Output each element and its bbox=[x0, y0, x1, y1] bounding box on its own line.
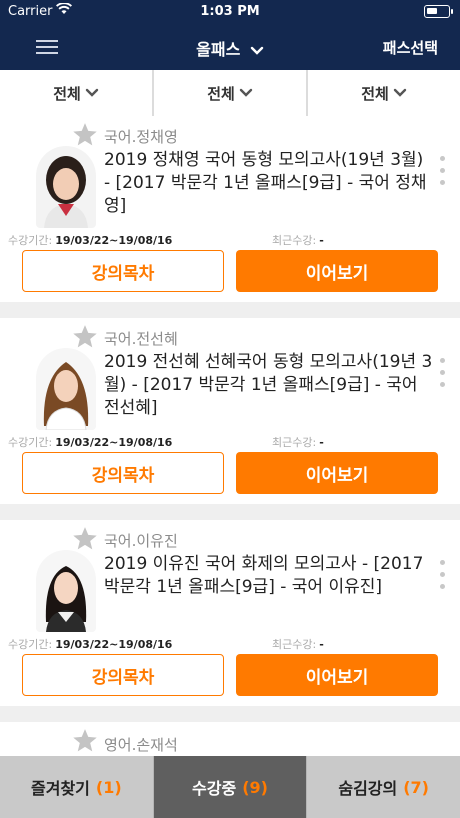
more-options-icon[interactable] bbox=[440, 560, 446, 596]
lecture-toc-button[interactable]: 강의목차 bbox=[22, 452, 224, 494]
tab-label: 수강중 bbox=[192, 779, 237, 798]
more-options-icon[interactable] bbox=[440, 156, 446, 192]
more-options-icon[interactable] bbox=[440, 358, 446, 394]
tab-count: (1) bbox=[95, 777, 122, 797]
clock: 1:03 PM bbox=[200, 4, 260, 19]
teacher-label: 국어.전선혜 bbox=[104, 330, 178, 348]
filter-label: 전체 bbox=[361, 84, 389, 103]
star-icon[interactable] bbox=[72, 526, 98, 555]
tab-label: 숨김강의 bbox=[338, 779, 398, 798]
course-card: 국어.전선혜 2019 전선혜 선혜국어 동형 모의고사(19년 3월) - [… bbox=[0, 318, 460, 504]
page-title: 올패스 bbox=[196, 40, 241, 59]
filter-bar: 전체 전체 전체 bbox=[0, 70, 460, 116]
period-value: 19/03/22~19/08/16 bbox=[55, 234, 173, 247]
period-label: 수강기간: bbox=[8, 436, 53, 449]
tab-label: 즐겨찾기 bbox=[31, 779, 90, 798]
recent-value: - bbox=[319, 234, 324, 247]
tab-count: (9) bbox=[242, 777, 268, 797]
tab-count: (7) bbox=[403, 777, 429, 797]
course-meta: 수강기간: 19/03/22~19/08/16 최근수강: - bbox=[8, 636, 448, 652]
period-label: 수강기간: bbox=[8, 234, 53, 247]
tab-in-progress[interactable]: 수강중 (9) bbox=[153, 756, 308, 818]
teacher-photo bbox=[36, 146, 96, 228]
teacher-photo bbox=[36, 550, 96, 632]
period-label: 수강기간: bbox=[8, 638, 53, 651]
teacher-label: 영어.손재석 bbox=[104, 736, 178, 754]
recent-value: - bbox=[319, 436, 324, 449]
period-value: 19/03/22~19/08/16 bbox=[55, 436, 173, 449]
course-meta: 수강기간: 19/03/22~19/08/16 최근수강: - bbox=[8, 232, 448, 248]
tab-favorites[interactable]: 즐겨찾기 (1) bbox=[0, 756, 154, 818]
recent-label: 최근수강: bbox=[272, 436, 317, 449]
teacher-label: 국어.정채영 bbox=[104, 128, 178, 146]
chevron-down-icon bbox=[85, 88, 98, 97]
star-icon[interactable] bbox=[72, 122, 98, 151]
course-card: 국어.정채영 2019 정채영 국어 동형 모의고사(19년 3월) - [20… bbox=[0, 116, 460, 302]
recent-label: 최근수강: bbox=[272, 638, 317, 651]
nav-bar: 올패스 패스선택 bbox=[0, 24, 460, 70]
battery-icon bbox=[424, 5, 453, 18]
filter-label: 전체 bbox=[207, 84, 235, 103]
lecture-toc-button[interactable]: 강의목차 bbox=[22, 654, 224, 696]
star-icon[interactable] bbox=[72, 728, 98, 757]
recent-value: - bbox=[319, 638, 324, 651]
teacher-label: 국어.이유진 bbox=[104, 532, 178, 550]
course-card: 국어.이유진 2019 이유진 국어 화제의 모의고사 - [2017 박문각 … bbox=[0, 520, 460, 706]
chevron-down-icon bbox=[393, 88, 406, 97]
filter-label: 전체 bbox=[53, 84, 81, 103]
tab-hidden-lectures[interactable]: 숨김강의 (7) bbox=[307, 756, 460, 818]
course-title[interactable]: 2019 이유진 국어 화제의 모의고사 - [2017 박문각 1년 올패스[… bbox=[104, 553, 434, 599]
teacher-photo bbox=[36, 348, 96, 430]
bottom-tab-bar: 즐겨찾기 (1) 수강중 (9) 숨김강의 (7) bbox=[0, 756, 460, 818]
chevron-down-icon bbox=[239, 88, 252, 97]
course-title[interactable]: 2019 정채영 국어 동형 모의고사(19년 3월) - [2017 박문각 … bbox=[104, 149, 434, 218]
status-bar: Carrier 1:03 PM bbox=[0, 0, 460, 24]
chevron-down-icon bbox=[250, 46, 264, 55]
star-icon[interactable] bbox=[72, 324, 98, 353]
recent-label: 최근수강: bbox=[272, 234, 317, 247]
continue-watching-button[interactable]: 이어보기 bbox=[236, 452, 438, 494]
lecture-toc-button[interactable]: 강의목차 bbox=[22, 250, 224, 292]
continue-watching-button[interactable]: 이어보기 bbox=[236, 250, 438, 292]
filter-dropdown-3[interactable]: 전체 bbox=[308, 70, 460, 116]
filter-dropdown-1[interactable]: 전체 bbox=[0, 70, 152, 116]
pass-select-button[interactable]: 패스선택 bbox=[383, 37, 438, 58]
course-title[interactable]: 2019 전선혜 선혜국어 동형 모의고사(19년 3월) - [2017 박문… bbox=[104, 351, 434, 420]
course-meta: 수강기간: 19/03/22~19/08/16 최근수강: - bbox=[8, 434, 448, 450]
filter-dropdown-2[interactable]: 전체 bbox=[154, 70, 306, 116]
continue-watching-button[interactable]: 이어보기 bbox=[236, 654, 438, 696]
period-value: 19/03/22~19/08/16 bbox=[55, 638, 173, 651]
